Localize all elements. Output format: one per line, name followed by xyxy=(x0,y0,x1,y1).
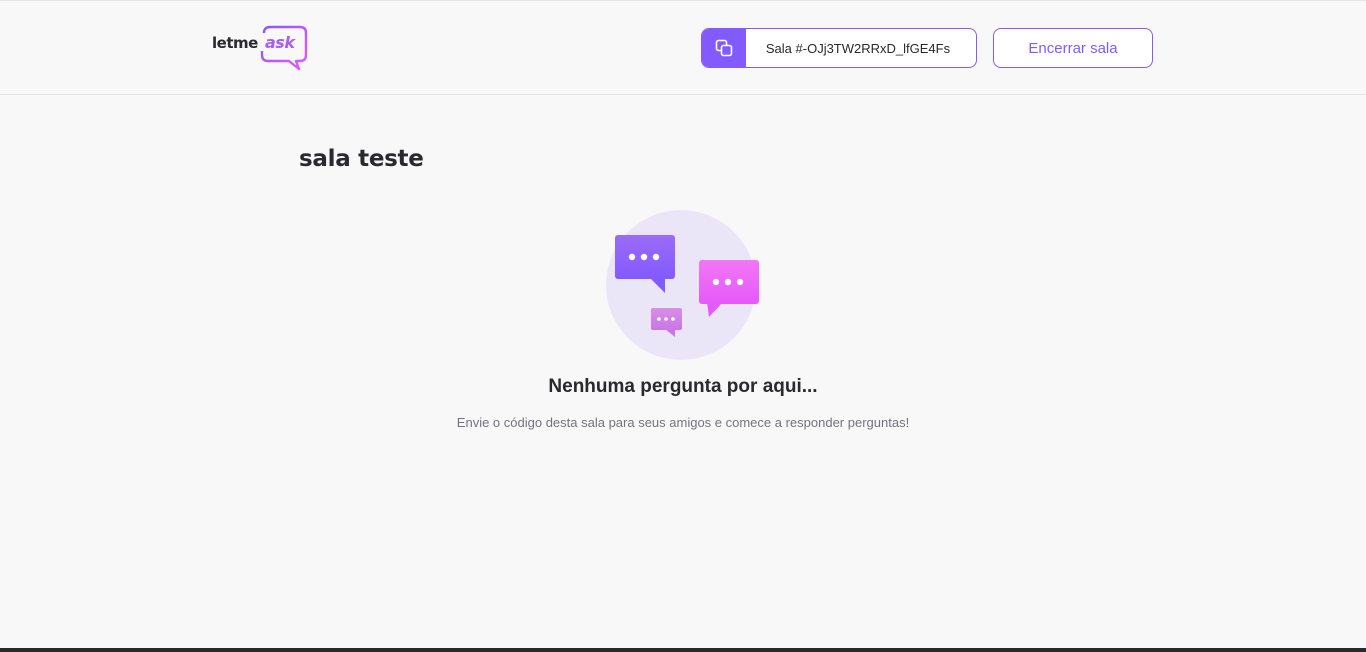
copy-icon-box xyxy=(702,29,746,67)
room-code-button[interactable]: Sala #-OJj3TW2RRxD_lfGE4Fs xyxy=(701,28,977,68)
empty-state-title: Nenhuma pergunta por aqui... xyxy=(548,376,818,397)
room-title: sala teste xyxy=(299,146,424,172)
logo-text-ask: ask xyxy=(265,33,295,52)
bottom-border xyxy=(0,648,1366,652)
chat-bubbles-icon xyxy=(606,210,759,360)
logo-text-letme: letme xyxy=(212,34,258,52)
header: letme ask Sala #-OJj3TW2RRxD_lfGE4Fs Enc… xyxy=(0,1,1366,95)
end-room-button[interactable]: Encerrar sala xyxy=(993,28,1153,68)
logo[interactable]: letme ask xyxy=(212,25,308,71)
copy-icon xyxy=(715,39,733,57)
empty-state-subtitle: Envie o código desta sala para seus amig… xyxy=(456,415,910,430)
room-code-label: Sala #-OJj3TW2RRxD_lfGE4Fs xyxy=(765,40,951,56)
